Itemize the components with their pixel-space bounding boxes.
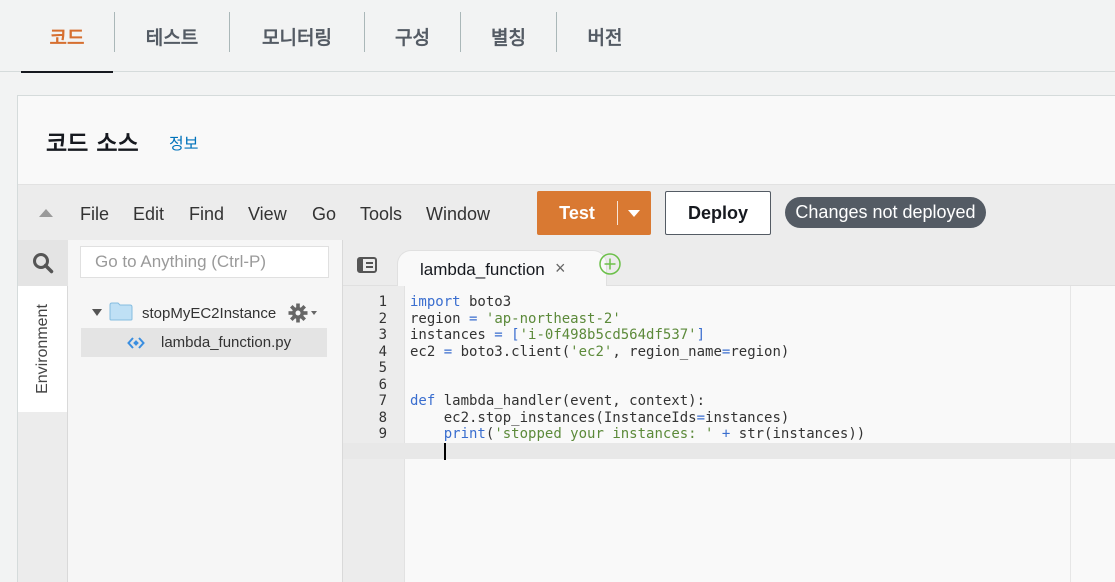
- menu-go[interactable]: Go: [312, 204, 336, 225]
- code-line[interactable]: import boto3: [410, 294, 511, 311]
- test-button-label: Test: [559, 203, 595, 223]
- tab-code[interactable]: 코드: [21, 0, 113, 73]
- code-line[interactable]: ec2.stop_instances(InstanceIds=instances…: [410, 410, 790, 427]
- tab-configuration[interactable]: 구성: [365, 0, 460, 72]
- file-tree-sidebar: Go to Anything (Ctrl-P) stopMyEC2Instanc…: [68, 240, 343, 582]
- tab-label: 테스트: [145, 26, 199, 49]
- editor-tab-bar: lambda_function ×: [343, 240, 1115, 286]
- deploy-button[interactable]: Deploy: [665, 191, 771, 235]
- chevron-down-icon[interactable]: [628, 210, 640, 217]
- tab-label: 별칭: [491, 26, 526, 49]
- code-editor[interactable]: 12345678910 import boto3region = 'ap-nor…: [343, 286, 1115, 582]
- menu-view[interactable]: View: [248, 204, 287, 225]
- line-number: 7: [378, 393, 387, 409]
- line-number: 5: [378, 360, 387, 376]
- close-icon[interactable]: ×: [555, 258, 566, 279]
- collapse-up-icon[interactable]: [39, 209, 53, 217]
- editor-tab-label: lambda_function: [420, 260, 545, 279]
- line-number: 9: [378, 426, 387, 442]
- rail-search-button[interactable]: [18, 240, 68, 286]
- add-tab-icon[interactable]: [598, 252, 622, 276]
- environment-tab-label: Environment: [34, 304, 51, 394]
- goto-anything-input[interactable]: Go to Anything (Ctrl-P): [80, 246, 329, 278]
- split-divider: [617, 201, 618, 225]
- menu-find[interactable]: Find: [189, 204, 224, 225]
- tab-aliases[interactable]: 별칭: [461, 0, 556, 72]
- code-line[interactable]: print('stopped your instances: ' + str(i…: [410, 426, 865, 443]
- tree-file-lambda[interactable]: lambda_function.py: [81, 328, 327, 357]
- menu-tools[interactable]: Tools: [360, 204, 402, 225]
- tab-test[interactable]: 테스트: [115, 0, 229, 72]
- editor-tab-lambda-function[interactable]: lambda_function ×: [397, 250, 607, 286]
- tab-label: 구성: [395, 26, 430, 49]
- text-cursor: [443, 442, 446, 460]
- tab-monitoring[interactable]: 모니터링: [230, 0, 364, 72]
- expand-caret-icon[interactable]: [92, 309, 102, 316]
- gear-icon[interactable]: [288, 302, 322, 324]
- code-line[interactable]: region = 'ap-northeast-2': [410, 311, 621, 328]
- line-number: 1: [378, 294, 387, 310]
- tab-label: 코드: [49, 26, 85, 49]
- folder-icon: [109, 302, 133, 321]
- file-label: lambda_function.py: [161, 334, 292, 351]
- tree-root-folder[interactable]: stopMyEC2Instance: [92, 302, 332, 324]
- root-folder-label: stopMyEC2Instance: [142, 305, 277, 322]
- ide-toolbar: File Edit Find View Go Tools Window Test…: [18, 184, 1115, 240]
- line-number-gutter: 12345678910: [343, 286, 405, 582]
- print-margin: [1070, 286, 1071, 582]
- tabs-menu-icon[interactable]: [357, 257, 377, 273]
- environment-tab[interactable]: Environment: [18, 286, 68, 412]
- search-icon: [33, 253, 54, 274]
- menu-window[interactable]: Window: [426, 204, 490, 225]
- line-number: 2: [378, 310, 387, 327]
- line-number: 3: [378, 327, 387, 343]
- code-line[interactable]: ec2 = boto3.client('ec2', region_name=re…: [410, 344, 789, 361]
- test-button[interactable]: Test: [537, 191, 651, 235]
- line-number: 8: [378, 409, 387, 426]
- line-number: 4: [378, 343, 387, 360]
- code-area[interactable]: import boto3 region = 'ap-northeast-2' ins…: [405, 286, 1070, 582]
- line-number: 6: [378, 376, 387, 393]
- info-link[interactable]: 정보: [169, 130, 198, 154]
- menu-edit[interactable]: Edit: [133, 204, 164, 225]
- console-tabs: 코드 테스트 모니터링 구성 별칭 버전: [0, 0, 1115, 73]
- status-badge: Changes not deployed: [785, 197, 986, 228]
- python-file-icon: [127, 337, 145, 349]
- tab-versions[interactable]: 버전: [557, 0, 653, 72]
- panel-title: 코드 소스: [46, 131, 139, 157]
- tab-label: 모니터링: [262, 26, 332, 49]
- menu-file[interactable]: File: [80, 204, 109, 225]
- tab-label: 버전: [587, 26, 623, 49]
- left-rail: Environment: [18, 240, 68, 582]
- code-line[interactable]: def lambda_handler(event, context):: [410, 393, 705, 410]
- code-line[interactable]: instances = ['i-0f498b5cd564df537']: [410, 327, 705, 344]
